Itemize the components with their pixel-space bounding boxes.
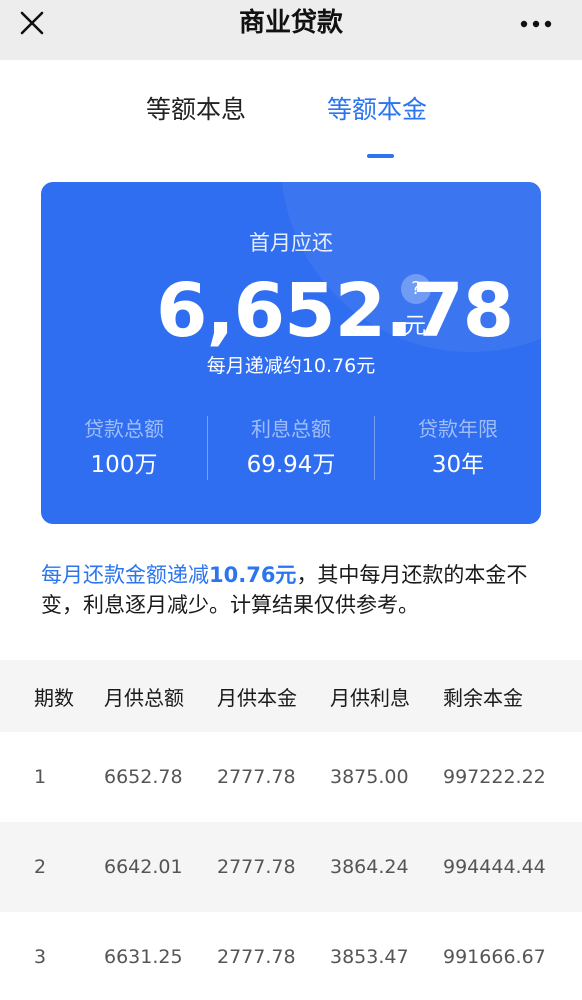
tab-equal-installment[interactable]: 等额本息 <box>146 90 246 130</box>
cell-remaining-principal: 991666.67 <box>443 946 546 968</box>
header-monthly-interest: 月供利息 <box>330 685 410 710</box>
monthly-decrease-text: 每月递减约10.76元 <box>206 355 376 377</box>
stat-label: 利息总额 <box>251 417 331 441</box>
help-icon[interactable]: ? <box>401 274 431 304</box>
cell-period: 2 <box>34 856 47 878</box>
stat-value: 69.94万 <box>246 452 336 478</box>
cell-period: 1 <box>34 766 47 788</box>
stat-value: 30年 <box>431 452 485 478</box>
amount-unit: 元 <box>404 314 427 339</box>
repayment-schedule-table: 期数 月供总额 月供本金 月供利息 剩余本金 1 6652.78 2777.78… <box>0 660 582 1000</box>
first-month-label: 首月应还 <box>249 231 333 255</box>
top-nav-bar: 商业贷款 <box>0 0 582 60</box>
cell-remaining-principal: 997222.22 <box>443 766 546 788</box>
cell-monthly-total: 6652.78 <box>104 766 183 788</box>
stat-interest-total: 利息总额 69.94万 <box>208 416 374 482</box>
note-highlight: 每月还款金额递减10.76元 <box>41 563 296 587</box>
table-row: 2 6642.01 2777.78 3864.24 994444.44 <box>0 822 582 912</box>
cell-monthly-total: 6642.01 <box>104 856 183 878</box>
stat-loan-term: 贷款年限 30年 <box>375 416 541 482</box>
stat-value: 100万 <box>90 452 158 478</box>
loan-stats: 贷款总额 100万 利息总额 69.94万 贷款年限 30年 <box>41 416 541 480</box>
header-monthly-total: 月供总额 <box>104 685 184 710</box>
active-tab-indicator <box>367 154 394 158</box>
more-dots-icon[interactable] <box>518 8 554 38</box>
calculation-note: 每月还款金额递减10.76元，其中每月还款的本金不变，利息逐月减少。计算结果仅供… <box>41 560 541 620</box>
header-period: 期数 <box>34 685 74 710</box>
cell-monthly-principal: 2777.78 <box>217 856 296 878</box>
summary-card: 首月应还 6,652.78 ? 元 每月递减约10.76元 贷款总额 100万 … <box>41 182 541 524</box>
page-title: 商业贷款 <box>238 8 343 38</box>
stat-loan-total: 贷款总额 100万 <box>41 416 207 482</box>
table-row: 3 6631.25 2777.78 3853.47 991666.67 <box>0 912 582 1000</box>
cell-monthly-interest: 3853.47 <box>330 946 409 968</box>
cell-monthly-interest: 3864.24 <box>330 856 409 878</box>
cell-period: 3 <box>34 946 47 968</box>
cell-monthly-principal: 2777.78 <box>217 766 296 788</box>
tab-equal-principal[interactable]: 等额本金 <box>327 90 427 130</box>
stat-label: 贷款年限 <box>418 417 498 441</box>
first-month-amount: 6,652.78 <box>156 268 514 354</box>
repayment-method-tabs: 等额本息 等额本金 <box>0 90 582 160</box>
note-highlight-value: 10.76元 <box>209 563 297 587</box>
cell-monthly-interest: 3875.00 <box>330 766 409 788</box>
note-highlight-prefix: 每月还款金额递减 <box>41 563 209 587</box>
header-monthly-principal: 月供本金 <box>217 685 297 710</box>
table-row: 1 6652.78 2777.78 3875.00 997222.22 <box>0 732 582 822</box>
cell-monthly-principal: 2777.78 <box>217 946 296 968</box>
cell-monthly-total: 6631.25 <box>104 946 183 968</box>
cell-remaining-principal: 994444.44 <box>443 856 546 878</box>
table-header-row: 期数 月供总额 月供本金 月供利息 剩余本金 <box>0 660 582 732</box>
stat-label: 贷款总额 <box>84 417 164 441</box>
header-remaining-principal: 剩余本金 <box>443 685 523 710</box>
